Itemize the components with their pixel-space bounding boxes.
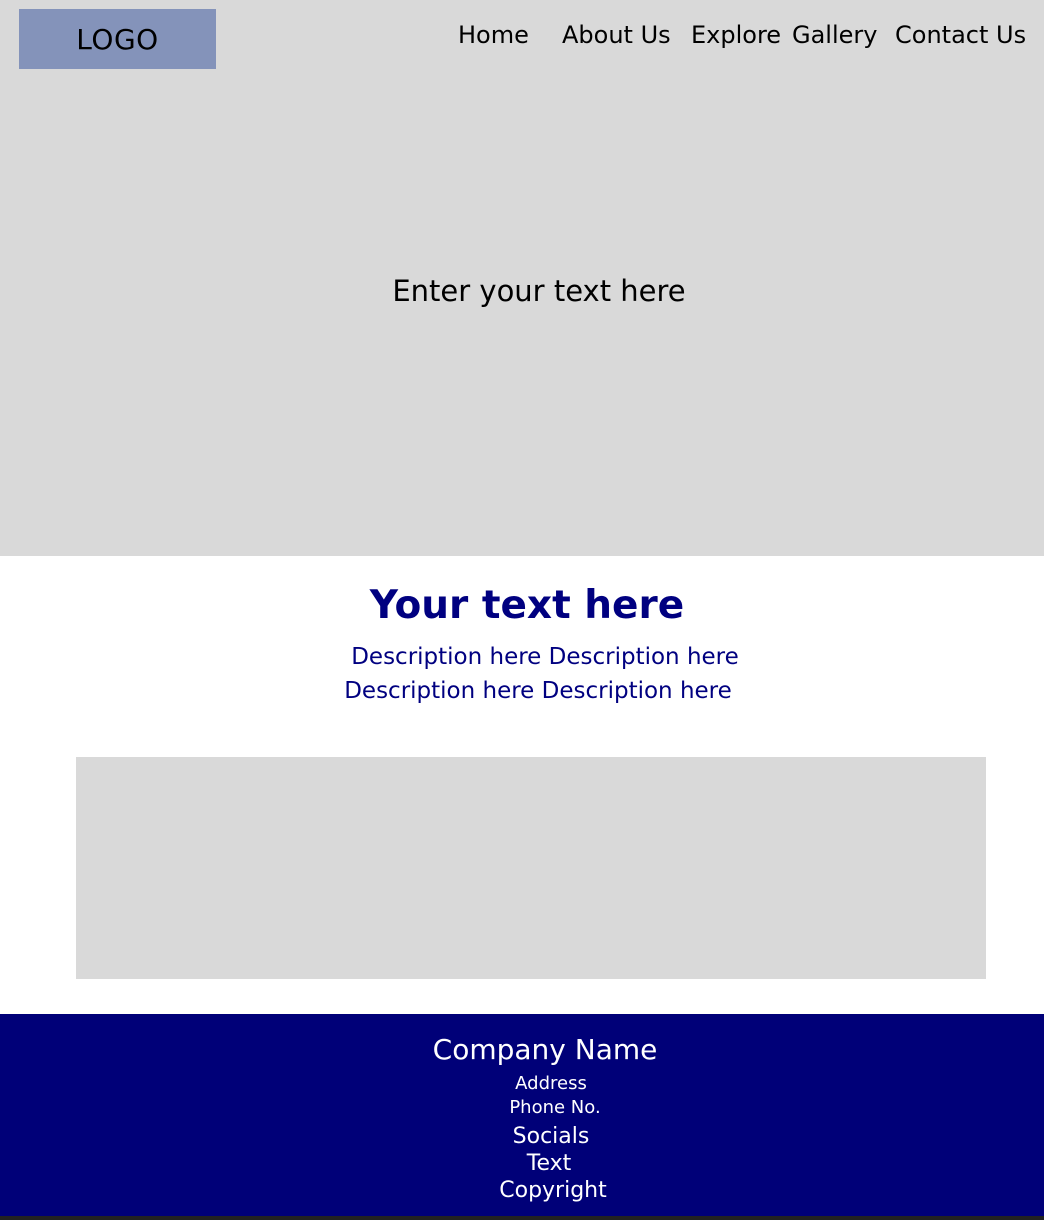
section-headline: Your text here <box>369 583 685 628</box>
footer-text: Text <box>526 1151 572 1176</box>
description-line: Description here Description here <box>344 678 732 704</box>
image-placeholder <box>76 757 986 979</box>
footer-address: Address <box>515 1073 587 1094</box>
nav-home[interactable]: Home <box>458 18 529 52</box>
footer-company-name: Company Name <box>432 1033 658 1066</box>
nav-contact-us[interactable]: Contact Us <box>895 18 1026 52</box>
nav-gallery[interactable]: Gallery <box>792 18 877 52</box>
landing-page: LOGO Home About Us Explore Gallery Conta… <box>0 0 1044 1220</box>
footer-socials[interactable]: Socials <box>0 1122 1044 1152</box>
nav-explore[interactable]: Explore <box>691 18 781 52</box>
hero-text: Enter your text here <box>392 274 686 308</box>
logo[interactable]: LOGO <box>19 9 216 69</box>
footer-phone: Phone No. <box>509 1097 601 1118</box>
nav-about-us[interactable]: About Us <box>562 18 671 52</box>
footer-copyright: Copyright <box>499 1178 607 1203</box>
bottom-edge-bar <box>0 1216 1044 1220</box>
logo-label: LOGO <box>76 22 159 56</box>
description-line: Description here Description here <box>351 644 739 670</box>
